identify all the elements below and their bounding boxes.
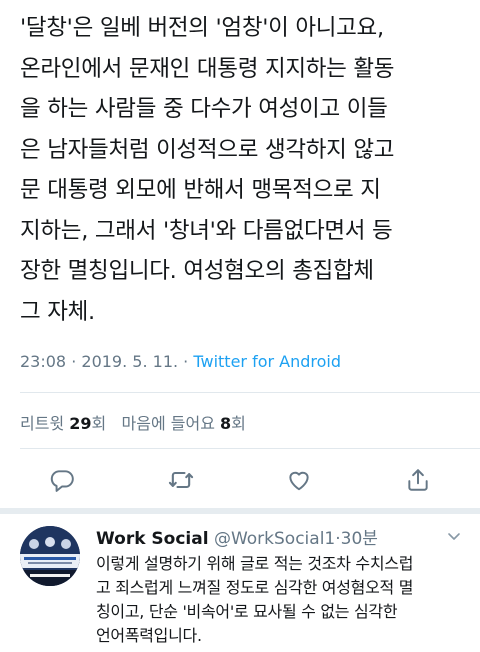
chevron-down-icon: [448, 533, 460, 540]
reply-line: 언어폭력입니다.: [96, 626, 202, 645]
share-icon: [408, 469, 428, 491]
reply-author-name[interactable]: Work Social: [96, 529, 209, 549]
share-button[interactable]: [396, 458, 440, 502]
avatar[interactable]: [20, 526, 80, 586]
reply-line: 고 죄스럽게 느껴질 정도로 심각한 여성혐오적 멸: [96, 578, 414, 597]
reply-author-handle[interactable]: @WorkSocial1: [214, 529, 335, 549]
tweet-line: 온라인에서 문재인 대통령 지지하는 활동: [20, 55, 395, 82]
tweet-line: 장한 멸칭입니다. 여성혐오의 총집합체: [20, 258, 374, 284]
meta-separator: ·: [71, 352, 77, 371]
tweet-line: 을 하는 사람들 중 다수가 여성이고 이들: [20, 96, 388, 122]
retweets-stat[interactable]: 리트윗 29회: [20, 414, 111, 433]
reply-line: 이렇게 설명하기 위해 글로 적는 것조차 수치스럽: [96, 554, 414, 573]
reply-header: Work Social @WorkSocial1·30분: [96, 524, 378, 549]
tweet-line: 은 남자들처럼 이성적으로 생각하지 않고: [20, 136, 395, 163]
tweet-line: 지하는, 그래서 '창녀'와 다름없다면서 등: [20, 217, 393, 244]
tweet-actions: [40, 458, 440, 502]
tweet-date: 2019. 5. 11.: [81, 352, 179, 371]
more-options-button[interactable]: [446, 528, 462, 548]
tweet-source-link[interactable]: Twitter for Android: [193, 352, 341, 371]
like-button[interactable]: [277, 458, 321, 502]
reply-button[interactable]: [40, 458, 84, 502]
like-icon: [289, 471, 309, 491]
divider: [20, 448, 480, 449]
tweet-line: '달창'은 일베 버전의 '엄창'이 아니고요,: [20, 15, 384, 41]
meta-separator: ·: [183, 352, 189, 371]
reply-time: 30분: [340, 529, 378, 549]
reply-line: 칭이고, 단순 '비속어'로 묘사될 수 없는 심각한: [96, 602, 398, 621]
likes-label: 마음에 들어요: [121, 414, 215, 433]
likes-stat[interactable]: 마음에 들어요 8회: [122, 414, 246, 433]
tweet-time: 23:08: [20, 352, 67, 371]
tweet-text: '달창'은 일베 버전의 '엄창'이 아니고요, 온라인에서 문재인 대통령 지…: [20, 8, 464, 332]
tweet-line: 문 대통령 외모에 반해서 맹목적으로 지: [20, 177, 381, 203]
likes-unit: 회: [231, 414, 246, 433]
reply-icon: [50, 470, 74, 492]
retweet-icon: [168, 471, 193, 489]
retweets-count: 29: [69, 414, 92, 433]
divider: [20, 392, 480, 393]
section-separator: [0, 508, 480, 514]
tweet-stats: 리트윗 29회 마음에 들어요 8회: [20, 410, 246, 434]
retweets-label: 리트윗: [20, 414, 65, 433]
tweet-line: 그 자체.: [20, 298, 95, 325]
avatar-image: [20, 526, 80, 586]
reply-text: 이렇게 설명하기 위해 글로 적는 것조차 수치스럽 고 죄스럽게 느껴질 정도…: [96, 552, 466, 648]
retweet-button[interactable]: [159, 458, 203, 502]
likes-count: 8: [220, 414, 232, 433]
tweet-meta: 23:08 · 2019. 5. 11. · Twitter for Andro…: [20, 352, 341, 371]
retweets-unit: 회: [91, 414, 107, 433]
reply-tweet[interactable]: Work Social @WorkSocial1·30분 이렇게 설명하기 위해…: [0, 516, 480, 652]
